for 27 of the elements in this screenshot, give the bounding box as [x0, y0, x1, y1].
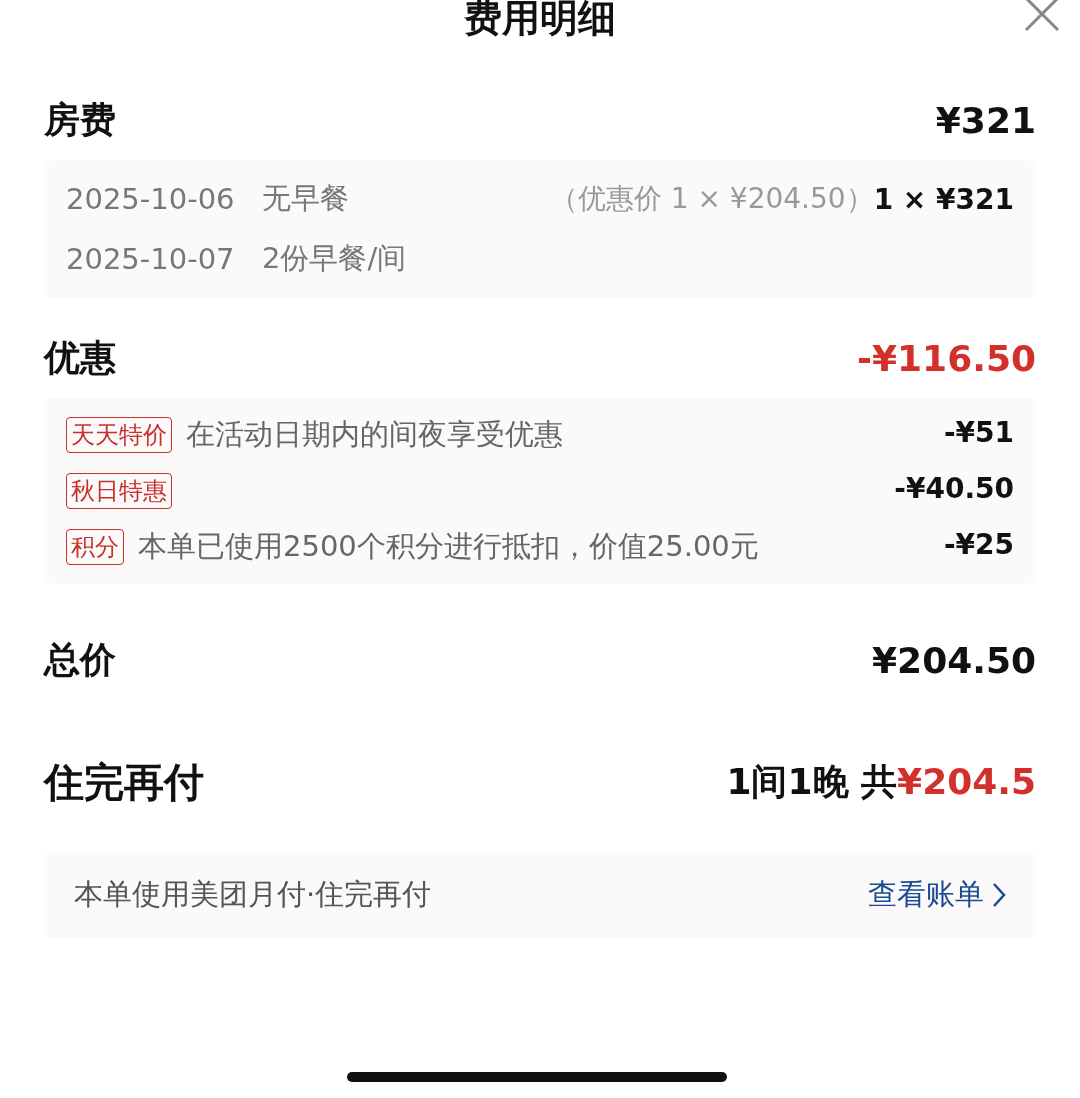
night-price: 1 × ¥321 [873, 182, 1014, 216]
stay-summary: 1间1晚 共 [726, 759, 898, 804]
section-amount: ¥204.50 [872, 639, 1036, 681]
section-label: 住完再付 [44, 757, 204, 807]
section-amount: ¥321 [935, 99, 1036, 141]
meal-plan: 2份早餐/间 [262, 240, 407, 277]
promo-tag: 秋日特惠 [66, 473, 172, 509]
section-label: 总价 [44, 637, 116, 682]
section-amount: -¥116.50 [857, 337, 1036, 379]
payment-notice: 本单使用美团月付·住完再付 [74, 876, 432, 913]
meal-plan: 无早餐 [262, 180, 349, 217]
promo-description: 在活动日期内的间夜享受优惠 [186, 416, 563, 453]
section-label: 房费 [44, 97, 116, 142]
promo-amount: -¥51 [943, 416, 1014, 449]
chevron-right-icon [992, 882, 1006, 908]
night-date: 2025-10-07 [66, 242, 236, 276]
discount-price-note: （优惠价 1 × ¥204.50） [549, 181, 874, 217]
promo-amount: -¥25 [943, 528, 1014, 561]
night-date: 2025-10-06 [66, 182, 236, 216]
section-label: 优惠 [44, 335, 116, 380]
promo-description: 本单已使用2500个积分进行抵扣，价值25.00元 [138, 528, 759, 565]
promo-tag: 天天特价 [66, 417, 172, 453]
close-icon[interactable] [1024, 0, 1060, 32]
view-bill-link[interactable]: 查看账单 [868, 875, 1006, 915]
pay-amount: ¥204.5 [897, 760, 1036, 802]
promo-tag: 积分 [66, 529, 124, 565]
promo-amount: -¥40.50 [894, 472, 1014, 505]
